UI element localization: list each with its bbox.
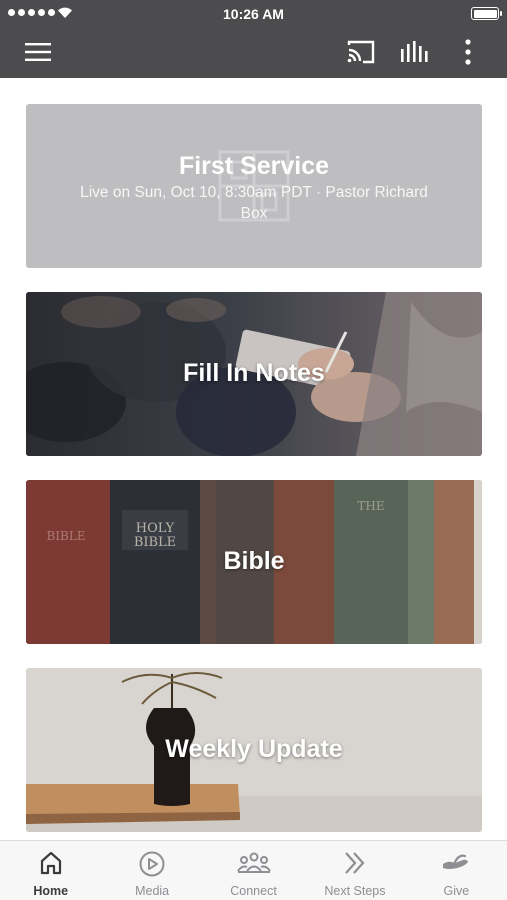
card-title: First Service <box>178 152 330 180</box>
tab-home[interactable]: Home <box>0 841 101 900</box>
giving-hand-icon <box>443 854 469 869</box>
tab-give[interactable]: Give <box>406 841 507 900</box>
double-chevron-icon <box>345 852 365 874</box>
card-title: Bible <box>223 547 285 575</box>
first-service-card[interactable]: First Service Live on Sun, Oct 10, 8:30a… <box>26 104 482 268</box>
tab-label: Next Steps <box>324 884 386 898</box>
status-bar: 10:26 AM <box>0 0 507 28</box>
home-icon <box>40 851 61 875</box>
tab-label: Give <box>443 884 470 898</box>
bible-card[interactable]: HOLY BIBLE BIBLE THE Bible <box>26 480 482 644</box>
tab-connect[interactable]: Connect <box>203 841 304 900</box>
status-time: 10:26 AM <box>223 6 284 22</box>
tab-bar: Home Media Connect Next Steps Give <box>0 840 507 900</box>
weekly-update-card[interactable]: Weekly Update <box>26 668 482 832</box>
more-icon[interactable] <box>456 38 480 66</box>
tab-label: Media <box>135 884 170 898</box>
fill-in-notes-card[interactable]: Fill In Notes <box>26 292 482 456</box>
tab-next-steps[interactable]: Next Steps <box>304 841 405 900</box>
card-title: Fill In Notes <box>183 359 325 387</box>
svg-text:HOLY: HOLY <box>136 521 175 536</box>
tab-label: Connect <box>230 884 277 898</box>
audio-icon[interactable] <box>399 38 429 66</box>
menu-icon[interactable] <box>24 38 52 66</box>
card-title: Weekly Update <box>165 735 343 763</box>
svg-text:THE: THE <box>357 499 384 513</box>
play-circle-icon <box>139 851 165 877</box>
app-bar <box>0 28 507 78</box>
tab-label: Home <box>33 884 69 898</box>
svg-text:BIBLE: BIBLE <box>46 529 85 543</box>
cast-icon[interactable] <box>346 38 376 66</box>
tab-media[interactable]: Media <box>101 841 202 900</box>
card-subtitle: Live on Sun, Oct 10, 8:30am PDT · Pastor… <box>80 184 428 222</box>
battery-icon <box>471 7 502 20</box>
content-cards: First Service Live on Sun, Oct 10, 8:30a… <box>26 104 482 856</box>
people-icon <box>236 852 271 873</box>
